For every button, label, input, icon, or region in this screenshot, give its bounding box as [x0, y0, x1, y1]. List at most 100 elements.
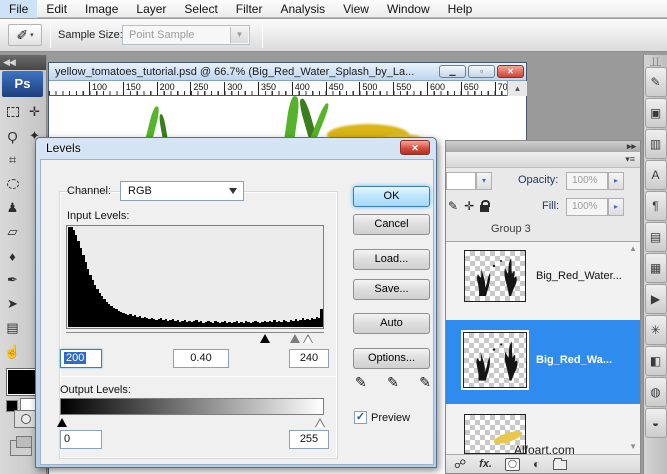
output-shadow-slider[interactable]	[57, 418, 67, 427]
menu-select[interactable]: Select	[175, 0, 226, 18]
auto-button[interactable]: Auto	[353, 313, 430, 334]
layer-mask-icon[interactable]: ◯	[505, 457, 520, 471]
dialog-close-button[interactable]: ✕	[400, 140, 430, 155]
hand-tool[interactable]: ☝	[2, 340, 23, 364]
sample-size-dropdown[interactable]: Point Sample ▼	[122, 25, 250, 45]
load-button[interactable]: Load...	[353, 249, 430, 270]
close-button[interactable]: ✕	[497, 65, 524, 78]
document-titlebar[interactable]: yellow_tomatoes_tutorial.psd @ 66.7% (Bi…	[49, 63, 526, 81]
input-black-field[interactable]: 200	[60, 349, 102, 368]
navigator-panel-icon[interactable]: ✳	[644, 315, 667, 345]
white-point-eyedropper-icon[interactable]: ✎	[419, 374, 431, 391]
link-layers-icon[interactable]: ☍	[454, 455, 466, 473]
menu-file[interactable]: File	[0, 0, 38, 18]
splash-thumbnail-art	[477, 258, 517, 296]
path-selection-tool[interactable]: ➤	[2, 292, 23, 316]
menu-layer[interactable]: Layer	[127, 0, 175, 18]
menu-view[interactable]: View	[334, 0, 378, 18]
maximize-button[interactable]: ▫	[468, 65, 495, 78]
layer-style-icon[interactable]: fx.	[479, 455, 492, 473]
watermark: Alfoart.com	[514, 443, 575, 457]
foreground-color-swatch[interactable]	[6, 368, 38, 396]
menu-image[interactable]: Image	[76, 0, 127, 18]
histogram-panel-icon[interactable]: ◧	[644, 346, 667, 376]
lasso-tool[interactable]: Ϙ	[2, 124, 23, 148]
brushes-panel-icon[interactable]: ✎	[644, 67, 667, 97]
tool-preset-picker[interactable]: ✐ ▾	[8, 24, 42, 46]
blur-tool[interactable]: ♦	[2, 244, 23, 268]
lock-all-icon[interactable]	[480, 199, 491, 212]
rectangular-marquee-tool[interactable]	[2, 100, 23, 124]
menu-edit[interactable]: Edit	[37, 0, 76, 18]
sample-size-value: Point Sample	[129, 29, 195, 41]
ruler-tick-350: 350	[258, 82, 276, 95]
pen-tool[interactable]: ✒	[2, 268, 23, 292]
ok-button[interactable]: OK	[353, 186, 430, 207]
layer-row[interactable]: Big_Red_Water...	[446, 248, 640, 306]
color-panel-icon[interactable]: ◒	[644, 408, 667, 438]
layer-group-row[interactable]: Group 3	[446, 220, 640, 242]
menu-window[interactable]: Window	[378, 0, 439, 18]
blend-mode-dropdown[interactable]	[446, 172, 476, 190]
black-point-eyedropper-icon[interactable]: ✎	[355, 374, 367, 391]
panel-menu-icon[interactable]: ▾≡	[446, 152, 640, 168]
actions-panel-icon[interactable]: ▶	[644, 284, 667, 314]
dialog-title: Levels	[46, 141, 81, 155]
eraser-tool[interactable]: ▱	[2, 220, 23, 244]
lock-transparency-icon[interactable]: ✎	[448, 199, 458, 213]
menu-filter[interactable]: Filter	[227, 0, 272, 18]
scroll-down-icon[interactable]: ▼	[629, 442, 637, 451]
dock-grip[interactable]	[650, 57, 661, 66]
menu-analysis[interactable]: Analysis	[271, 0, 334, 18]
histogram-panel-icon: ◧	[649, 354, 662, 368]
clone-source-panel-icon[interactable]: ▣	[644, 98, 667, 128]
ruler-tick-500: 500	[359, 82, 377, 95]
minimize-button[interactable]: ▁	[439, 65, 466, 78]
input-shadow-slider[interactable]	[260, 334, 270, 343]
character-panel-icon[interactable]: A	[644, 160, 667, 190]
input-white-field[interactable]: 240	[289, 349, 329, 368]
opacity-spinner[interactable]: ▸	[608, 172, 624, 190]
layer-thumbnail[interactable]	[464, 250, 526, 302]
output-gradient-bar	[60, 398, 324, 415]
layer-thumbnail[interactable]	[463, 332, 527, 388]
input-midtone-slider[interactable]	[290, 334, 300, 343]
layer-comps-panel-icon[interactable]: ▤	[644, 222, 667, 252]
move-tool[interactable]: ✛	[24, 100, 45, 124]
cancel-button[interactable]: Cancel	[353, 214, 430, 235]
lock-position-icon[interactable]: ✛	[464, 199, 474, 213]
crop-tool[interactable]: ⌗	[2, 148, 23, 172]
fill-spinner[interactable]: ▸	[608, 198, 624, 216]
opacity-value[interactable]: 100%	[566, 172, 608, 190]
output-highlight-slider-fill	[316, 420, 324, 427]
scroll-up-button[interactable]: ▲	[507, 81, 527, 96]
channel-dropdown[interactable]: RGB	[120, 181, 244, 201]
input-levels-label: Input Levels:	[67, 210, 130, 222]
swatches-panel-icon[interactable]: ▥	[644, 129, 667, 159]
gray-point-eyedropper-icon[interactable]: ✎	[387, 374, 399, 391]
new-group-icon[interactable]	[553, 458, 568, 470]
output-white-field[interactable]: 255	[289, 430, 329, 449]
input-gamma-field[interactable]: 0.40	[173, 349, 229, 368]
layer-row-selected[interactable]: Big_Red_Wa...	[446, 320, 640, 404]
channels-panel-icon[interactable]: ▦	[644, 253, 667, 283]
paragraph-panel-icon[interactable]: ¶	[644, 191, 667, 221]
options-button[interactable]: Options...	[353, 348, 430, 369]
preview-checkbox[interactable]: ✓	[354, 411, 367, 424]
collapse-panel-icon[interactable]: ▸▸	[446, 141, 640, 152]
patch-tool[interactable]	[2, 172, 23, 196]
collapse-tools-icon[interactable]: ◀◀	[0, 55, 46, 70]
chevron-down-icon	[229, 188, 237, 198]
output-levels-label: Output Levels:	[60, 384, 131, 396]
notes-tool[interactable]: ▤	[2, 316, 23, 340]
clone-stamp-tool[interactable]: ♟	[2, 196, 23, 220]
save-button[interactable]: Save...	[353, 279, 430, 300]
output-black-field[interactable]: 0	[60, 430, 102, 449]
adjustment-layer-icon[interactable]: ◐	[533, 455, 540, 473]
info-panel-icon[interactable]: ◍	[644, 377, 667, 407]
fill-value[interactable]: 100%	[566, 198, 608, 216]
menu-help[interactable]: Help	[439, 0, 482, 18]
screen-mode-button[interactable]	[10, 436, 32, 456]
blend-opacity-row: ▾ Opacity: 100% ▸	[446, 168, 640, 194]
chevron-down-icon[interactable]: ▾	[476, 172, 492, 190]
